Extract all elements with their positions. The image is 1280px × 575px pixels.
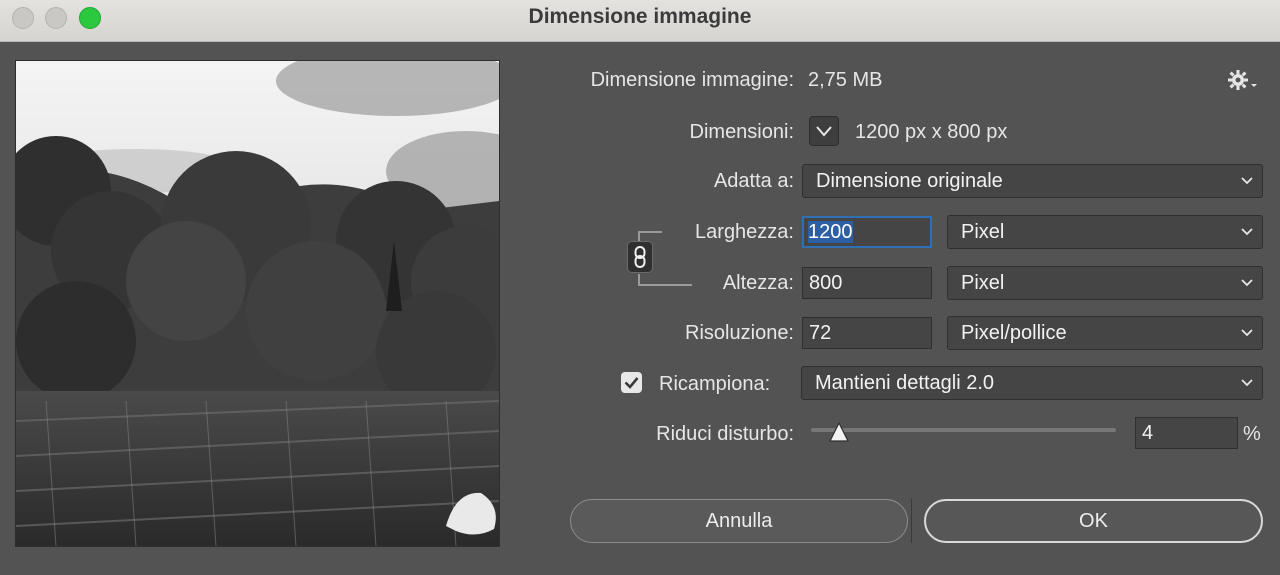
cancel-button[interactable]: Annulla: [570, 499, 908, 543]
dimensions-value: 1200 px x 800 px: [855, 121, 1008, 143]
ok-button[interactable]: OK: [924, 499, 1263, 543]
preview-photo: [16, 61, 499, 546]
resample-checkbox[interactable]: [621, 372, 642, 393]
dimensions-toggle[interactable]: [809, 116, 839, 146]
noise-field[interactable]: 4: [1135, 417, 1238, 449]
dimensions-label: Dimensioni:: [689, 121, 794, 143]
resample-method-dropdown[interactable]: Mantieni dettagli 2.0: [801, 366, 1263, 400]
width-field[interactable]: 1200: [802, 216, 932, 248]
resolution-field[interactable]: 72: [802, 317, 932, 349]
height-unit: Pixel: [961, 272, 1005, 294]
noise-label: Riduci disturbo:: [656, 423, 794, 445]
width-unit-dropdown[interactable]: Pixel: [947, 215, 1263, 249]
resolution-value: 72: [809, 322, 832, 344]
noise-value: 4: [1142, 422, 1154, 444]
chevron-down-icon: [1241, 228, 1253, 236]
image-size-label: Dimensione immagine:: [590, 69, 794, 91]
constrain-bracket-bottom: [638, 274, 692, 286]
gear-icon[interactable]: [1228, 69, 1258, 91]
link-icon: [634, 246, 646, 268]
height-value: 800: [809, 272, 843, 294]
fit-value: Dimensione originale: [816, 170, 1003, 192]
fit-label: Adatta a:: [713, 170, 794, 192]
resolution-label: Risoluzione:: [685, 322, 794, 344]
resolution-unit-dropdown[interactable]: Pixel/pollice: [947, 316, 1263, 350]
chevron-down-icon: [1241, 177, 1253, 185]
resolution-unit: Pixel/pollice: [961, 322, 1067, 344]
title-bar: Dimensione immagine: [0, 0, 1280, 42]
chevron-down-icon: [1241, 329, 1253, 337]
height-unit-dropdown[interactable]: Pixel: [947, 266, 1263, 300]
checkmark-icon: [624, 377, 639, 389]
width-unit: Pixel: [961, 221, 1005, 243]
resample-method: Mantieni dettagli 2.0: [815, 372, 995, 394]
button-divider: [911, 499, 912, 543]
chevron-down-icon: [1241, 279, 1253, 287]
image-preview[interactable]: [15, 60, 500, 547]
noise-slider[interactable]: [811, 428, 1116, 432]
image-size-value: 2,75 MB: [808, 69, 883, 91]
window-title: Dimensione immagine: [528, 5, 752, 28]
chevron-down-icon: [1241, 379, 1253, 387]
noise-unit: %: [1243, 423, 1261, 445]
resample-label[interactable]: Ricampiona:: [659, 373, 770, 396]
chevron-down-icon: [816, 126, 832, 137]
width-value: 1200: [808, 221, 853, 243]
height-label: Altezza:: [722, 272, 794, 294]
constrain-proportions-button[interactable]: [627, 241, 653, 273]
width-label: Larghezza:: [695, 221, 794, 243]
noise-slider-thumb[interactable]: [828, 421, 850, 443]
fit-dropdown[interactable]: Dimensione originale: [802, 164, 1263, 198]
height-field[interactable]: 800: [802, 267, 932, 299]
